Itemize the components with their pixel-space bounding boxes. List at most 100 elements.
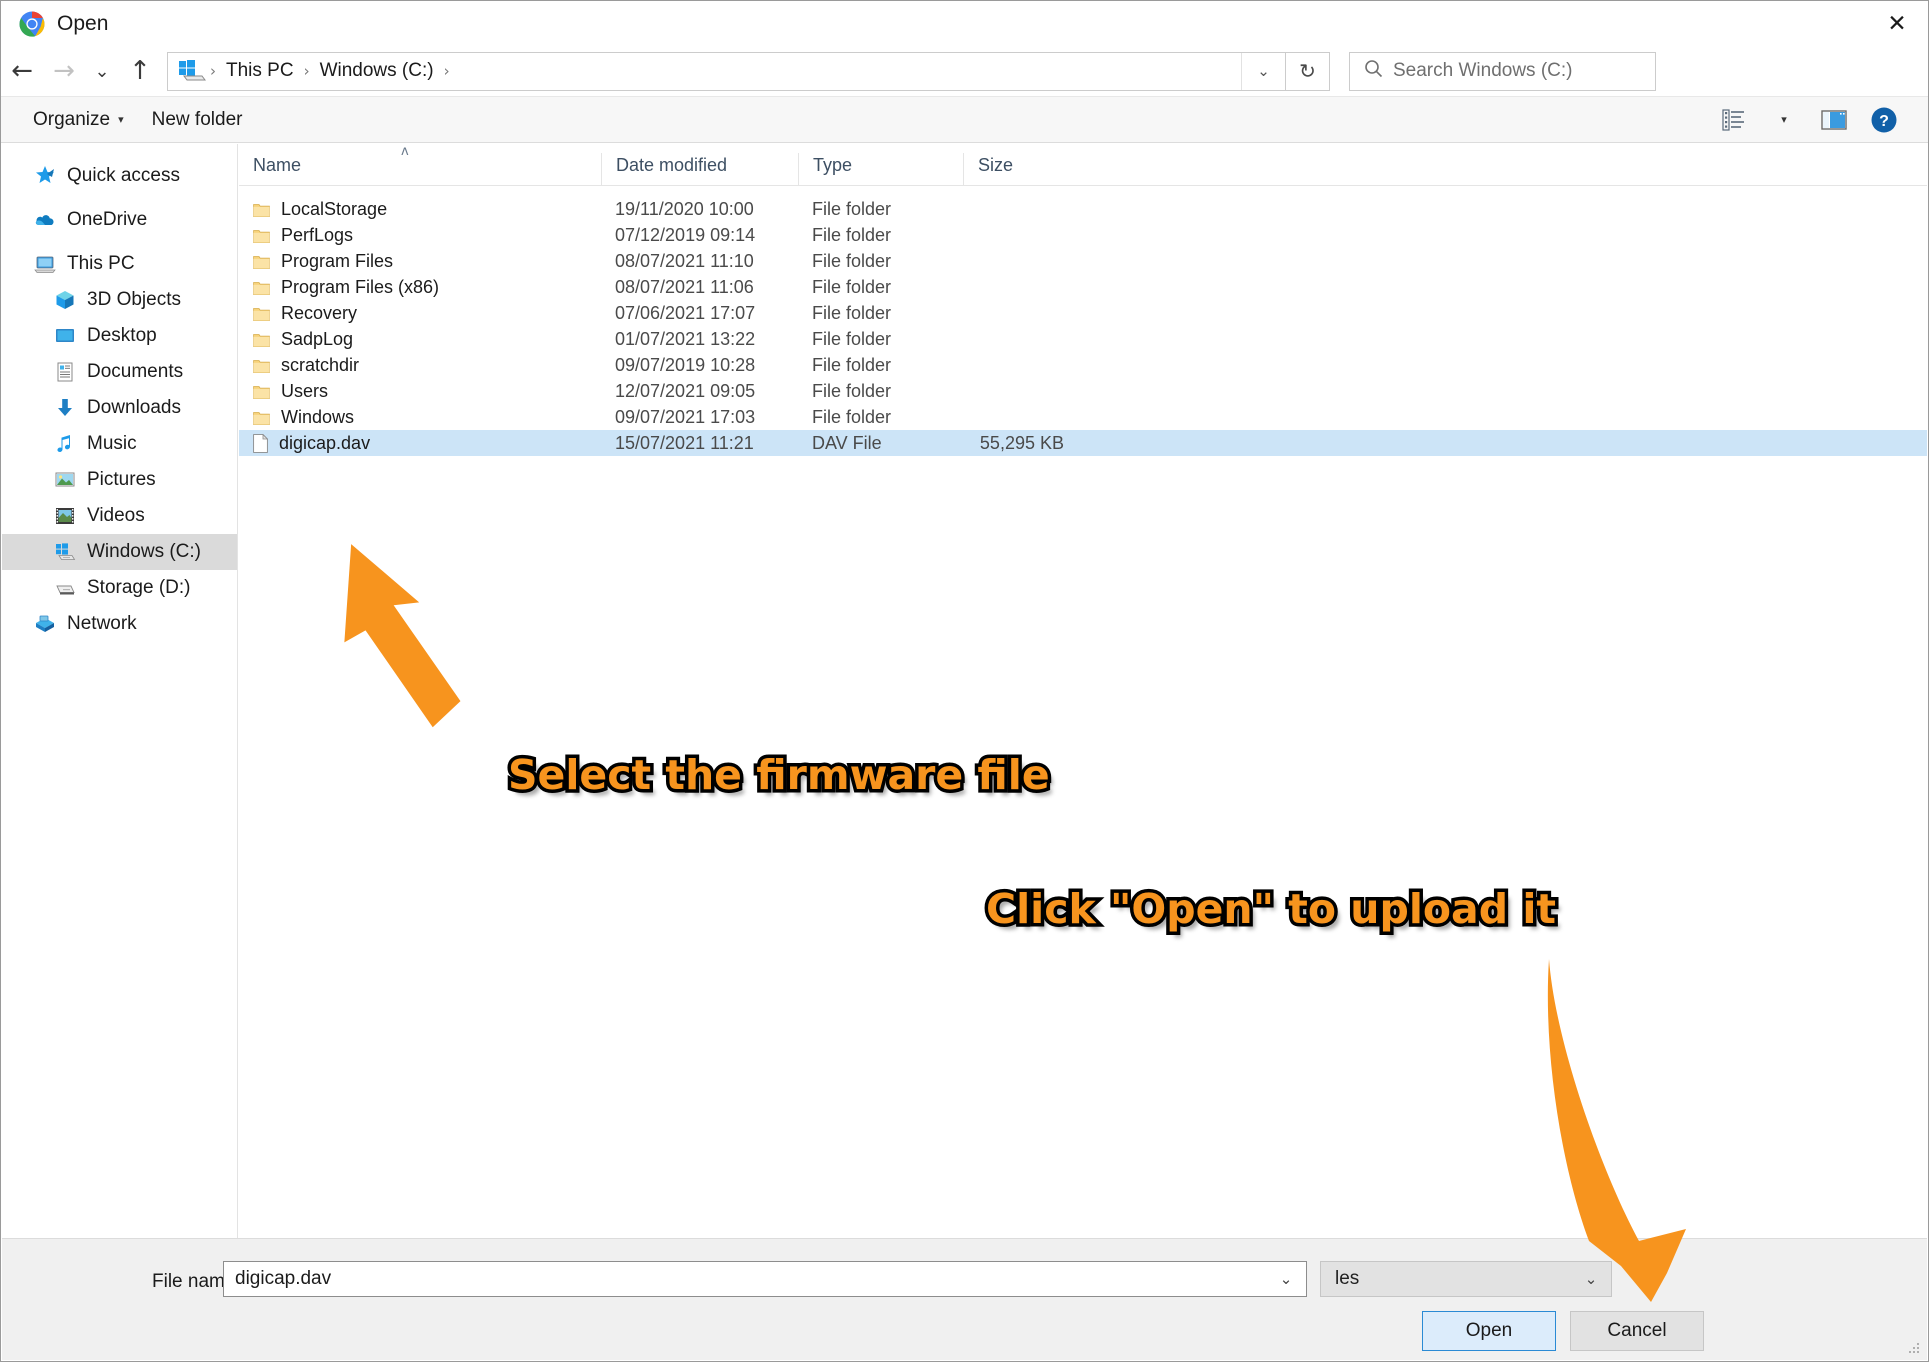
sort-ascending-icon: ʌ <box>401 144 409 159</box>
music-note-icon <box>54 433 76 455</box>
documents-icon <box>54 361 76 383</box>
table-row[interactable]: Program Files (x86) 08/07/2021 11:06 File … <box>239 274 1927 300</box>
refresh-icon[interactable]: ↻ <box>1286 51 1330 91</box>
filename-input[interactable]: digicap.dav ⌄ <box>223 1261 1307 1297</box>
folder-icon <box>253 384 270 399</box>
new-folder-button[interactable]: New folder <box>138 102 257 138</box>
file-rows: LocalStorage 19/11/2020 10:00 File folder P… <box>239 186 1927 456</box>
filter-chevron-down-icon[interactable]: ⌄ <box>1571 1262 1611 1296</box>
cell-date-modified: 08/07/2021 11:06 <box>615 276 754 297</box>
resize-grip-icon[interactable] <box>1907 1341 1921 1355</box>
window-title: Open <box>57 11 109 35</box>
table-row[interactable]: SadpLog 01/07/2021 13:22 File folder <box>239 326 1927 352</box>
sidebar-item-3d-objects[interactable]: 3D Objects <box>2 282 237 318</box>
cell-name: PerfLogs <box>239 225 601 246</box>
table-row[interactable]: scratchdir 09/07/2019 10:28 File folder <box>239 352 1927 378</box>
help-icon[interactable]: ? <box>1862 101 1906 139</box>
sidebar-item-label: Documents <box>87 361 184 382</box>
file-list-pane[interactable]: ʌ Name Date modified Type Size LocalStor… <box>239 144 1927 1239</box>
table-row[interactable]: Program Files 08/07/2021 11:10 File folder <box>239 248 1927 274</box>
sidebar-item-windows-c[interactable]: Windows (C:) <box>2 534 237 570</box>
sidebar-item-label: 3D Objects <box>87 289 181 310</box>
file-type-filter-select[interactable]: les ⌄ <box>1320 1261 1612 1297</box>
table-row[interactable]: digicap.dav 15/07/2021 11:21 DAV File 55,29… <box>239 430 1927 456</box>
sidebar-item-label: Windows (C:) <box>87 541 202 562</box>
table-row[interactable]: Windows 09/07/2021 17:03 File folder <box>239 404 1927 430</box>
address-bar[interactable]: › This PC › Windows (C:) › ⌄ <box>167 51 1286 91</box>
close-icon[interactable]: ✕ <box>1866 1 1928 46</box>
column-header-name[interactable]: ʌ Name <box>239 144 601 185</box>
table-row[interactable]: PerfLogs 07/12/2019 09:14 File folder <box>239 222 1927 248</box>
folder-icon <box>253 202 270 217</box>
search-box[interactable]: Search Windows (C:) <box>1349 51 1656 91</box>
recent-locations-button[interactable]: ⌄ <box>85 50 119 92</box>
chevron-down-icon[interactable]: ⌄ <box>1241 52 1285 90</box>
sidebar-item-label: Quick access <box>67 165 180 186</box>
breadcrumb-windows-c[interactable]: Windows (C:) <box>312 60 442 82</box>
cell-date-modified: 19/11/2020 10:00 <box>615 198 754 219</box>
sidebar-item-quick-access[interactable]: Quick access <box>2 158 237 194</box>
up-button[interactable]: ↑ <box>119 50 161 92</box>
view-options-chevron-down-icon[interactable]: ▾ <box>1762 101 1806 139</box>
sidebar-item-music[interactable]: Music <box>2 426 237 462</box>
organize-button[interactable]: Organize ▾ <box>19 102 138 138</box>
breadcrumb-separator: › <box>303 62 310 80</box>
column-header-date[interactable]: Date modified <box>601 153 798 185</box>
sidebar-item-this-pc[interactable]: This PC <box>2 246 237 282</box>
annotation-text-fill: Click "Open" to upload it <box>986 885 1556 933</box>
sidebar-item-label: Network <box>67 613 137 634</box>
sidebar-item-label: Videos <box>87 505 145 526</box>
new-folder-label: New folder <box>151 108 243 130</box>
sidebar-item-videos[interactable]: Videos <box>2 498 237 534</box>
file-name-label: Recovery <box>281 302 358 323</box>
navigation-sidebar[interactable]: Quick access OneDrive This PC 3D Objects Des… <box>2 144 238 1239</box>
sidebar-item-downloads[interactable]: Downloads <box>2 390 237 426</box>
navigation-bar: ← → ⌄ ↑ › This PC › Windows (C:) › ⌄ ↻ S… <box>1 46 1928 96</box>
breadcrumb-separator: › <box>210 62 216 80</box>
file-name-label: scratchdir <box>281 354 360 375</box>
command-toolbar: Organize ▾ New folder ▾ ? <box>1 96 1928 143</box>
column-header-name-label: Name <box>253 155 302 175</box>
sidebar-list: Quick access OneDrive This PC 3D Objects Des… <box>2 158 237 642</box>
table-row[interactable]: LocalStorage 19/11/2020 10:00 File folder <box>239 196 1927 222</box>
cancel-button[interactable]: Cancel <box>1570 1311 1704 1351</box>
file-name-label: digicap.dav <box>279 432 371 453</box>
back-button[interactable]: ← <box>1 50 43 92</box>
download-arrow-icon <box>54 397 76 419</box>
cell-name: Users <box>239 381 601 402</box>
column-header-type[interactable]: Type <box>798 153 963 185</box>
sidebar-item-network[interactable]: Network <box>2 606 237 642</box>
file-type-filter-value: les <box>1335 1268 1360 1289</box>
folder-icon <box>253 280 270 295</box>
list-view-icon[interactable] <box>1712 101 1756 139</box>
table-row[interactable]: Recovery 07/06/2021 17:07 File folder <box>239 300 1927 326</box>
column-header-size-label: Size <box>978 155 1014 175</box>
sidebar-item-onedrive[interactable]: OneDrive <box>2 202 237 238</box>
table-row[interactable]: Users 12/07/2021 09:05 File folder <box>239 378 1927 404</box>
file-name-label: PerfLogs <box>281 224 354 245</box>
sidebar-item-storage-d[interactable]: Storage (D:) <box>2 570 237 606</box>
column-header-size[interactable]: Size <box>963 153 1068 185</box>
search-input[interactable]: Search Windows (C:) <box>1393 60 1573 82</box>
breadcrumb-separator: › <box>443 62 450 80</box>
sidebar-item-documents[interactable]: Documents <box>2 354 237 390</box>
preview-pane-icon[interactable] <box>1812 101 1856 139</box>
computer-icon <box>34 253 56 275</box>
cell-type: File folder <box>812 302 892 323</box>
cell-type: File folder <box>812 250 892 271</box>
breadcrumb-this-pc[interactable]: This PC <box>218 60 302 82</box>
forward-button[interactable]: → <box>43 50 85 92</box>
folder-icon <box>253 410 270 425</box>
sidebar-item-desktop[interactable]: Desktop <box>2 318 237 354</box>
sidebar-item-pictures[interactable]: Pictures <box>2 462 237 498</box>
folder-icon <box>253 306 270 321</box>
drive-icon <box>54 577 76 599</box>
chevron-down-glyph: ▾ <box>1781 113 1787 126</box>
open-button[interactable]: Open <box>1422 1311 1556 1351</box>
filename-chevron-down-icon[interactable]: ⌄ <box>1266 1262 1306 1296</box>
dialog-footer: File name: digicap.dav ⌄ les ⌄ Open Canc… <box>2 1238 1927 1360</box>
cell-name: SadpLog <box>239 329 601 350</box>
title-bar-left: Open <box>1 11 108 37</box>
column-header-date-label: Date modified <box>616 155 728 175</box>
